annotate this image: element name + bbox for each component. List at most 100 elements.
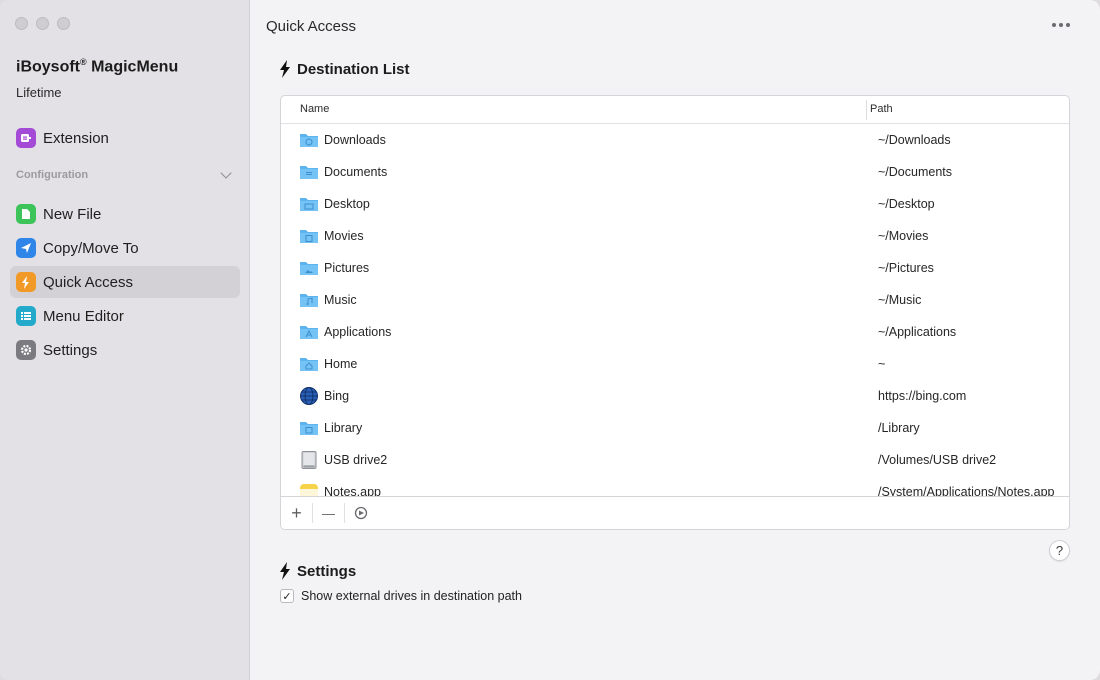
table-row[interactable]: Downloads ~/Downloads [281, 124, 1069, 156]
table-row[interactable]: Applications ~/Applications [281, 316, 1069, 348]
bolt-icon [16, 272, 36, 292]
applications-folder-icon [300, 326, 318, 339]
row-path: https://bing.com [878, 389, 967, 403]
menu-editor-icon [16, 306, 36, 326]
row-path: /System/Applications/Notes.app [878, 485, 1055, 496]
window-controls [15, 17, 70, 30]
action-icon [354, 506, 368, 520]
sidebar-item-label: Menu Editor [43, 307, 124, 325]
row-path: ~/Movies [878, 229, 929, 243]
row-name: Music [324, 293, 357, 307]
column-header-path[interactable]: Path [870, 103, 893, 115]
sidebar-item-settings[interactable]: Settings [10, 334, 240, 366]
sidebar-item-menu-editor[interactable]: Menu Editor [10, 300, 240, 332]
row-name: Movies [324, 229, 364, 243]
table-row[interactable]: Movies ~/Movies [281, 220, 1069, 252]
new-file-icon [16, 204, 36, 224]
main-content: Quick Access Destination List Name Path … [251, 0, 1100, 680]
row-path: ~/Applications [878, 325, 957, 339]
sidebar-item-label: New File [43, 205, 102, 223]
desktop-folder-icon [300, 198, 318, 211]
column-header-name[interactable]: Name [300, 103, 329, 115]
bolt-icon [280, 60, 290, 78]
documents-folder-icon [300, 166, 318, 179]
more-options-button[interactable] [1052, 23, 1070, 27]
zoom-window-button[interactable] [57, 17, 70, 30]
minimize-window-button[interactable] [36, 17, 49, 30]
more-dot [1059, 23, 1063, 27]
destination-table: Name Path Downloads ~/Downloads Document… [280, 95, 1070, 530]
table-row[interactable]: USB drive2 /Volumes/USB drive2 [281, 444, 1069, 476]
row-path: ~ [878, 357, 886, 371]
column-divider[interactable] [866, 100, 867, 120]
row-name: Applications [324, 325, 392, 339]
table-row[interactable]: Notes.app /System/Applications/Notes.app [281, 476, 1069, 496]
copy-move-icon [16, 238, 36, 258]
extension-icon [16, 128, 36, 148]
row-name: USB drive2 [324, 453, 388, 467]
sidebar-item-new-file[interactable]: New File [10, 198, 240, 230]
drive-icon [301, 451, 317, 469]
page-title: Quick Access [266, 18, 357, 35]
add-button[interactable]: + [281, 503, 313, 523]
library-folder-icon [300, 422, 318, 435]
show-external-drives-option[interactable]: ✓ Show external drives in destination pa… [280, 589, 522, 603]
configuration-section-header[interactable]: Configuration [16, 167, 236, 181]
table-row[interactable]: Documents ~/Documents [281, 156, 1069, 188]
chevron-down-icon [220, 167, 232, 179]
notes-app-icon [300, 484, 318, 496]
row-name: Notes.app [324, 485, 381, 496]
table-row[interactable]: Library /Library [281, 412, 1069, 444]
table-row[interactable]: Desktop ~/Desktop [281, 188, 1069, 220]
table-row[interactable]: Pictures ~/Pictures [281, 252, 1069, 284]
table-header: Name Path [281, 96, 1069, 124]
row-name: Documents [324, 165, 388, 179]
row-path: ~/Downloads [878, 133, 951, 147]
sidebar-item-copy-move[interactable]: Copy/Move To [10, 232, 240, 264]
row-name: Home [324, 357, 358, 371]
sidebar-item-label: Extension [43, 129, 109, 147]
row-name: Downloads [324, 133, 386, 147]
sidebar: iBoysoft® MagicMenu Lifetime Extension C… [0, 0, 250, 680]
movies-folder-icon [300, 230, 318, 243]
checkbox-label: Show external drives in destination path [301, 589, 522, 603]
globe-icon [300, 387, 318, 405]
pictures-folder-icon [300, 262, 318, 275]
show-external-drives-checkbox[interactable]: ✓ [280, 589, 294, 603]
table-row[interactable]: Home ~ [281, 348, 1069, 380]
row-name: Bing [324, 389, 350, 403]
gear-icon [16, 340, 36, 360]
remove-button[interactable]: — [313, 503, 345, 523]
row-name: Pictures [324, 261, 370, 275]
more-dot [1066, 23, 1070, 27]
license-plan: Lifetime [16, 85, 62, 100]
row-path: ~/Music [878, 293, 922, 307]
row-path: ~/Documents [878, 165, 952, 179]
destination-list-heading: Destination List [279, 60, 410, 78]
heading-text: Destination List [297, 60, 410, 78]
app-window: iBoysoft® MagicMenu Lifetime Extension C… [0, 0, 1100, 680]
help-button[interactable]: ? [1049, 540, 1070, 561]
table-body[interactable]: Downloads ~/Downloads Documents ~/Docume… [281, 124, 1069, 496]
table-row[interactable]: Bing https://bing.com [281, 380, 1069, 412]
sidebar-item-label: Quick Access [43, 273, 134, 291]
table-row[interactable]: Music ~/Music [281, 284, 1069, 316]
music-folder-icon [300, 294, 318, 307]
row-path: /Library [878, 421, 920, 435]
row-name: Desktop [324, 197, 370, 211]
sidebar-item-label: Copy/Move To [43, 239, 139, 257]
sidebar-item-label: Settings [43, 341, 98, 359]
more-dot [1052, 23, 1056, 27]
home-folder-icon [300, 358, 318, 371]
sidebar-item-quick-access[interactable]: Quick Access [10, 266, 240, 298]
heading-text: Settings [297, 562, 357, 580]
row-path: ~/Pictures [878, 261, 934, 275]
close-window-button[interactable] [15, 17, 28, 30]
settings-heading: Settings [279, 562, 356, 580]
action-button[interactable] [345, 503, 377, 523]
row-name: Library [324, 421, 363, 435]
bolt-icon [280, 562, 290, 580]
row-path: /Volumes/USB drive2 [878, 453, 997, 467]
sidebar-item-extension[interactable]: Extension [10, 122, 240, 154]
downloads-folder-icon [300, 134, 318, 147]
